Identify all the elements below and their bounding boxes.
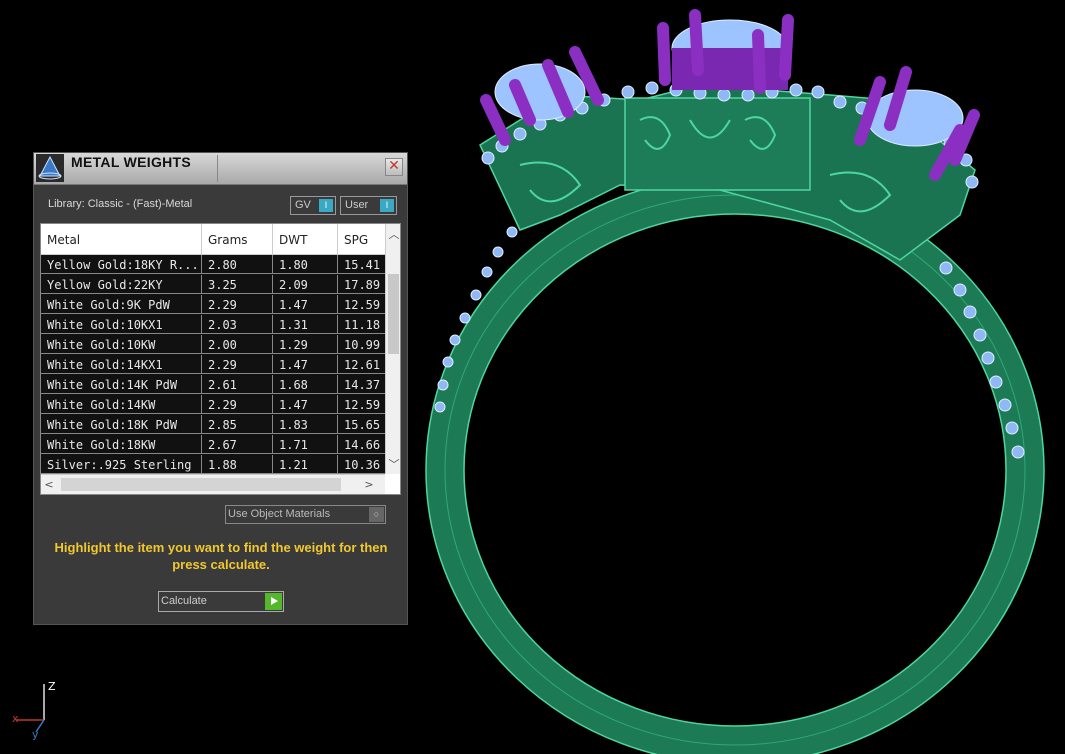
spg-cell: 17.89 [338,275,385,294]
table-header: Metal Grams DWT SPG [41,224,385,255]
metal-cell: White Gold:18KW [41,435,202,454]
metal-table: Metal Grams DWT SPG Yellow Gold:18KY R..… [40,223,401,495]
table-row[interactable]: White Gold:10KX1 2.03 1.31 11.18 [41,315,385,335]
table-row[interactable]: White Gold:18KW 2.67 1.71 14.66 [41,435,385,455]
table-row[interactable]: Yellow Gold:18KY R... 2.80 1.80 15.41 [41,255,385,275]
table-row[interactable]: Silver:.925 Sterling 1.88 1.21 10.36 [41,455,385,475]
ring-model[interactable] [425,9,1045,754]
dwt-cell: 1.71 [273,435,338,454]
table-row[interactable]: White Gold:14KW 2.29 1.47 12.59 [41,395,385,415]
metal-cell: White Gold:14KW [41,395,202,414]
grams-cell: 2.29 [202,295,273,314]
use-object-materials-toggle[interactable]: Use Object Materials ○ [225,505,386,524]
dwt-cell: 1.80 [273,255,338,274]
metal-cell: White Gold:10KW [41,335,202,354]
gv-toggle-label: GV [295,199,311,211]
dwt-cell: 1.21 [273,455,338,474]
spg-cell: 12.59 [338,395,385,414]
dwt-cell: 1.47 [273,395,338,414]
metal-cell: White Gold:18K PdW [41,415,202,434]
table-body: Yellow Gold:18KY R... 2.80 1.80 15.41 Yellow… [41,255,385,475]
grams-cell: 2.29 [202,395,273,414]
panel-title: METAL WEIGHTS [71,154,192,170]
gv-toggle[interactable]: GV I [290,196,336,215]
y-axis-label: y [32,728,39,740]
spg-cell: 14.37 [338,375,385,394]
dwt-cell: 2.09 [273,275,338,294]
spg-cell: 12.59 [338,295,385,314]
scroll-down-icon[interactable]: ﹀ [386,456,400,472]
grams-cell: 1.88 [202,455,273,474]
spg-cell: 14.66 [338,435,385,454]
scroll-up-icon[interactable]: ︿ [386,226,400,242]
spg-cell: 10.36 [338,455,385,474]
calculate-label: Calculate [161,595,207,607]
user-toggle-label: User [345,199,369,211]
toggle-off-icon: ○ [369,507,384,522]
ring-shank [426,176,1044,754]
axis-gizmo: Z x y [12,680,56,740]
table-row[interactable]: White Gold:10KW 2.00 1.29 10.99 [41,335,385,355]
metal-cell: White Gold:14K PdW [41,375,202,394]
instruction-text: Highlight the item you want to find the … [54,540,388,572]
dwt-cell: 1.47 [273,295,338,314]
metal-cell: White Gold:9K PdW [41,295,202,314]
spg-cell: 12.61 [338,355,385,374]
close-button[interactable]: ✕ [385,158,403,176]
grams-cell: 2.00 [202,335,273,354]
spg-cell: 15.65 [338,415,385,434]
dwt-cell: 1.47 [273,355,338,374]
dwt-cell: 1.83 [273,415,338,434]
grams-cell: 3.25 [202,275,273,294]
x-axis-label: x [12,712,19,725]
vertical-scroll-thumb[interactable] [388,274,399,354]
table-row[interactable]: White Gold:18K PdW 2.85 1.83 15.65 [41,415,385,435]
scroll-left-icon[interactable]: < [41,478,57,491]
metal-cell: Yellow Gold:18KY R... [41,255,202,274]
title-divider [217,155,218,182]
dwt-cell: 1.29 [273,335,338,354]
column-header-metal[interactable]: Metal [41,224,202,254]
close-icon: ✕ [388,158,400,174]
grams-cell: 2.03 [202,315,273,334]
z-axis-label: Z [48,680,56,693]
grams-cell: 2.29 [202,355,273,374]
table-row[interactable]: Yellow Gold:22KY 3.25 2.09 17.89 [41,275,385,295]
spg-cell: 11.18 [338,315,385,334]
app-logo-icon [36,154,64,182]
column-header-spg[interactable]: SPG [338,224,385,254]
table-row[interactable]: White Gold:14KX1 2.29 1.47 12.61 [41,355,385,375]
library-label: Library: Classic - (Fast)-Metal [48,198,193,210]
metal-cell: Yellow Gold:22KY [41,275,202,294]
dwt-cell: 1.31 [273,315,338,334]
horizontal-scroll-thumb[interactable] [61,478,341,491]
horizontal-scrollbar[interactable]: < > [41,474,385,494]
gv-toggle-switch: I [319,199,333,212]
user-toggle-switch: I [380,199,394,212]
panel-titlebar[interactable]: METAL WEIGHTS ✕ [34,153,407,185]
grams-cell: 2.67 [202,435,273,454]
dwt-cell: 1.68 [273,375,338,394]
grams-cell: 2.85 [202,415,273,434]
spg-cell: 10.99 [338,335,385,354]
metal-cell: White Gold:14KX1 [41,355,202,374]
table-row[interactable]: White Gold:9K PdW 2.29 1.47 12.59 [41,295,385,315]
column-header-grams[interactable]: Grams [202,224,273,254]
grams-cell: 2.61 [202,375,273,394]
metal-weights-panel: METAL WEIGHTS ✕ Library: Classic - (Fast… [33,152,408,625]
ring-shank-edge-inner [463,213,1007,727]
vertical-scrollbar[interactable]: ︿ ﹀ [385,224,400,474]
metal-cell: White Gold:10KX1 [41,315,202,334]
calculate-button[interactable]: Calculate [158,591,284,612]
user-toggle[interactable]: User I [340,196,397,215]
use-object-materials-label: Use Object Materials [228,508,331,520]
scroll-right-icon[interactable]: > [361,478,377,491]
column-header-dwt[interactable]: DWT [273,224,338,254]
play-icon [265,593,282,610]
spg-cell: 15.41 [338,255,385,274]
metal-cell: Silver:.925 Sterling [41,455,202,474]
table-row[interactable]: White Gold:14K PdW 2.61 1.68 14.37 [41,375,385,395]
grams-cell: 2.80 [202,255,273,274]
